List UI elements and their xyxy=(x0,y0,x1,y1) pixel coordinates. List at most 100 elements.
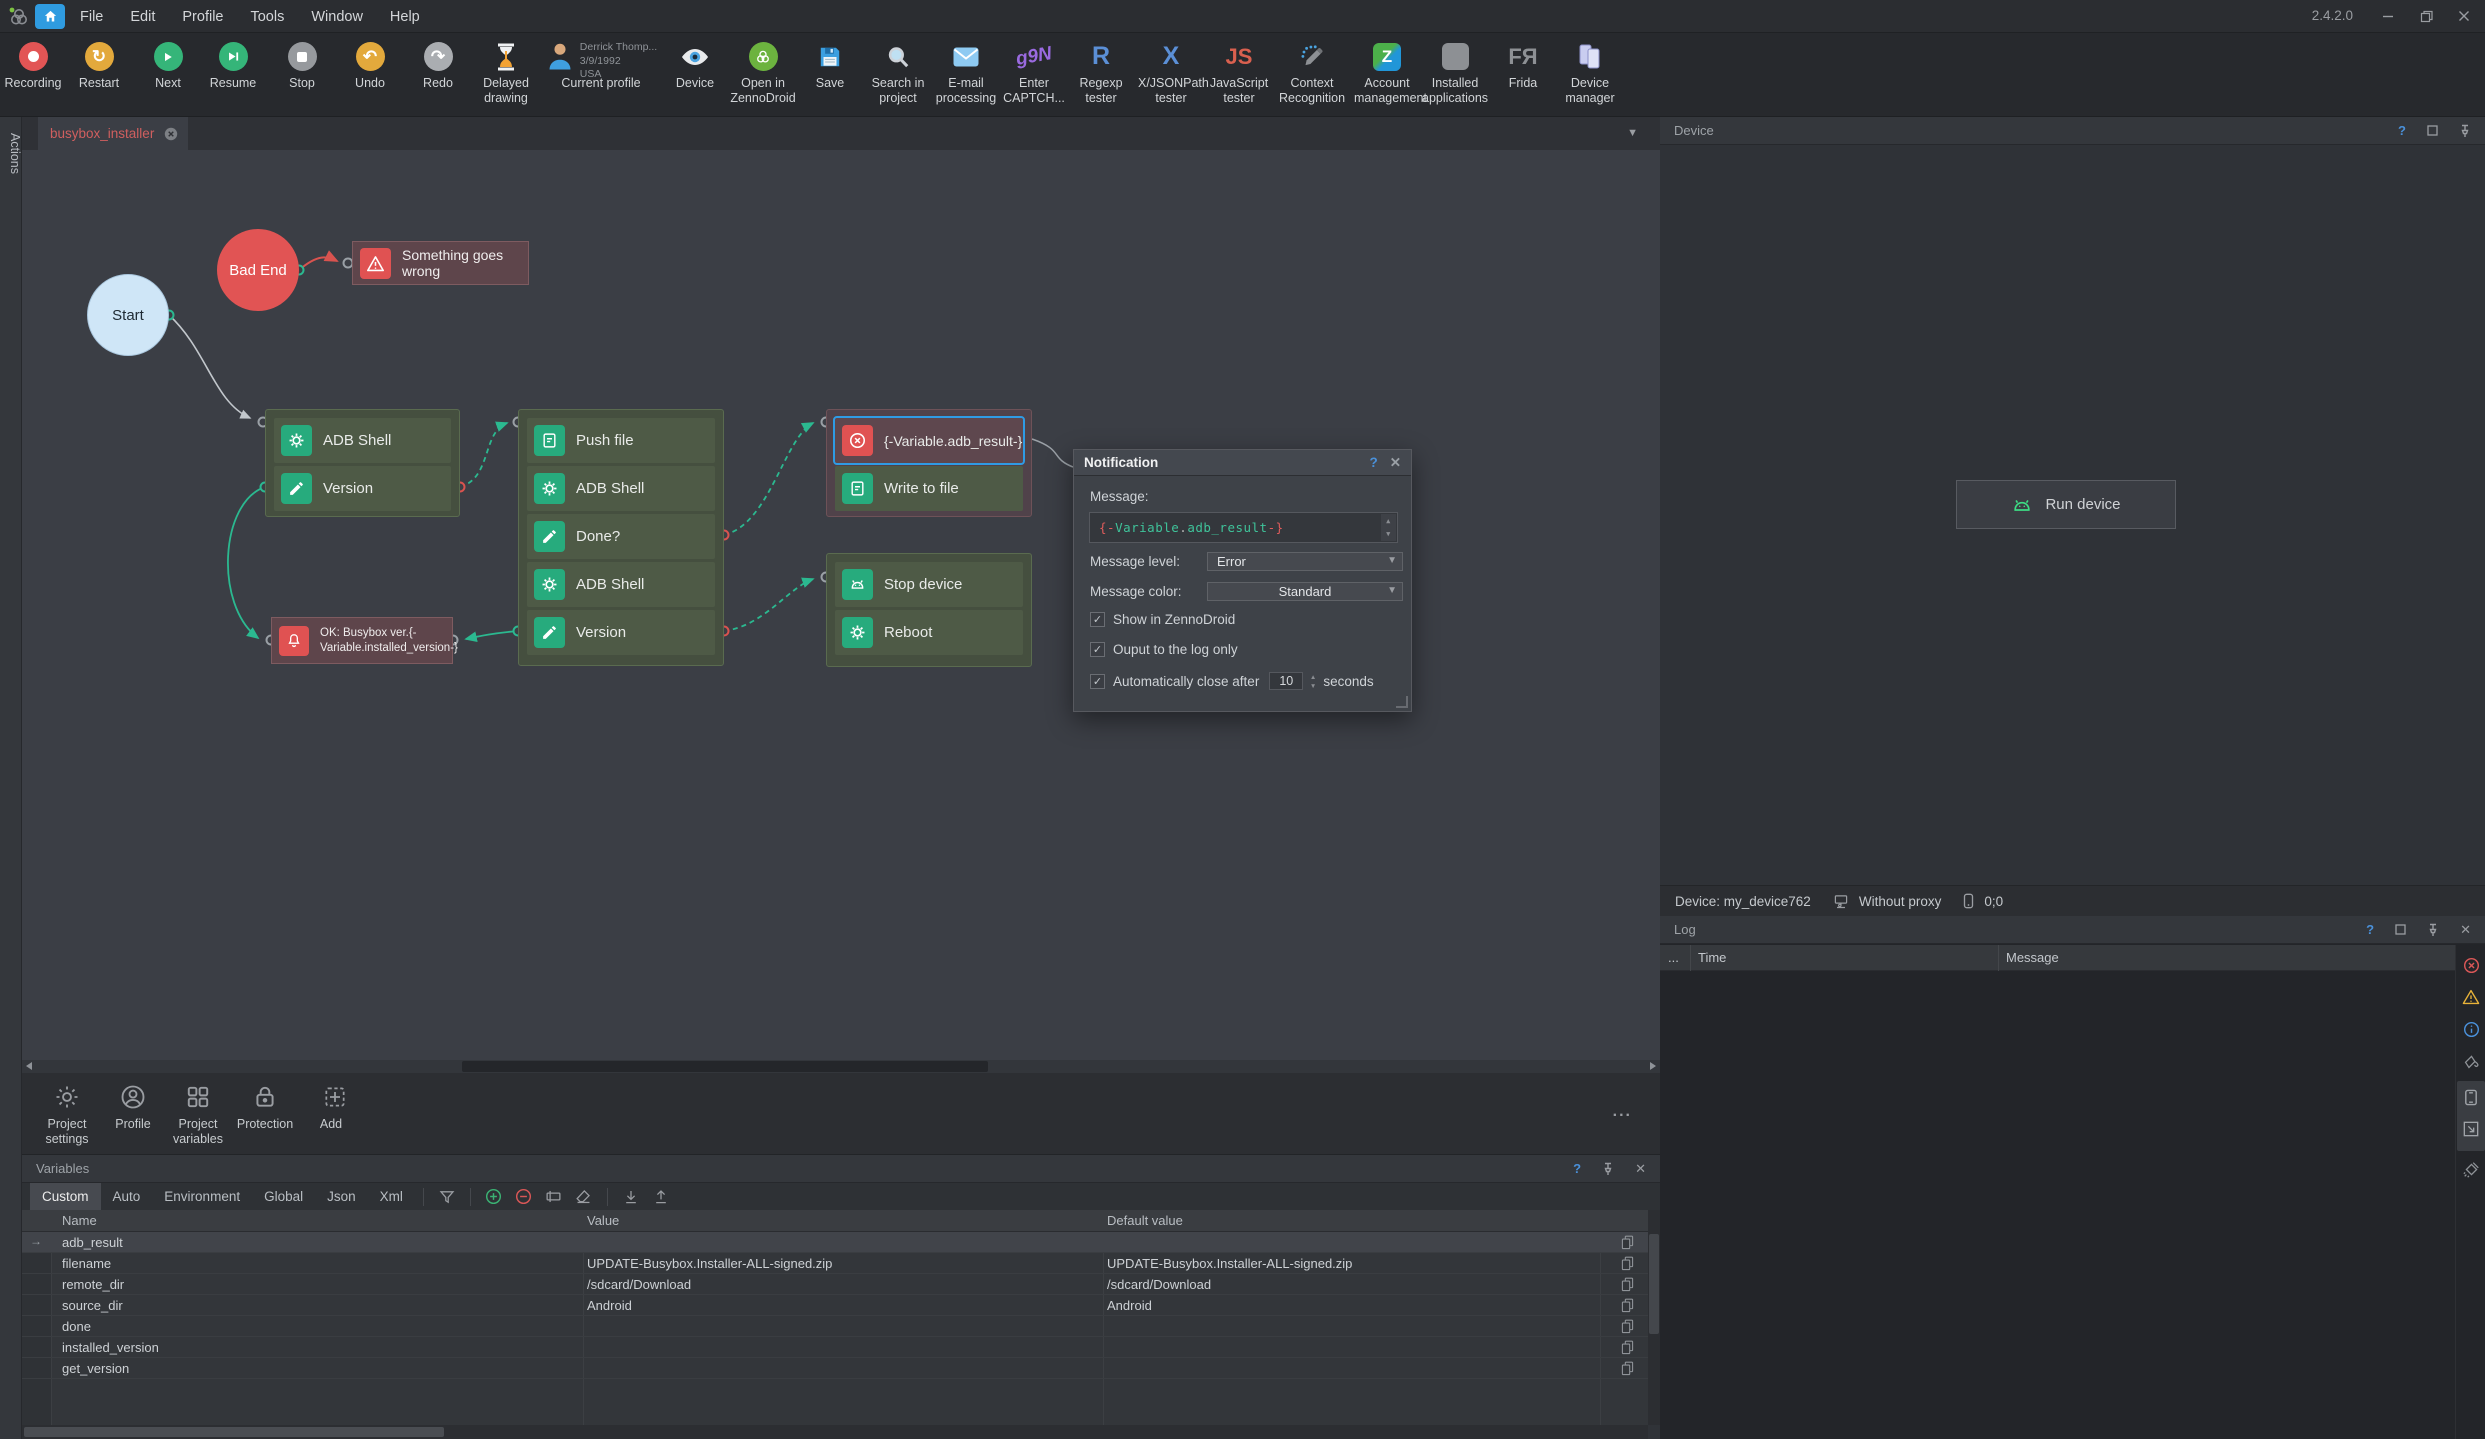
action-version[interactable]: Version xyxy=(274,466,451,511)
info-filter-icon[interactable] xyxy=(2459,1017,2483,1041)
resize-grip[interactable] xyxy=(1396,696,1408,708)
action-push-file[interactable]: Push file xyxy=(527,418,715,463)
maximize-icon[interactable] xyxy=(2395,924,2406,935)
table-row[interactable]: done xyxy=(22,1316,1648,1337)
add-variable-icon[interactable] xyxy=(479,1186,509,1208)
menu-help[interactable]: Help xyxy=(390,9,420,25)
toolbar-account-management[interactable]: Z Account management xyxy=(1354,40,1420,106)
action-adb-shell[interactable]: ADB Shell xyxy=(274,418,451,463)
menu-file[interactable]: File xyxy=(80,9,103,25)
toolbar-context-recognition[interactable]: Context Recognition xyxy=(1279,40,1345,106)
export-icon[interactable] xyxy=(646,1186,676,1208)
import-icon[interactable] xyxy=(616,1186,646,1208)
scrollbar-thumb[interactable] xyxy=(1649,1234,1659,1334)
table-row[interactable]: filename UPDATE-Busybox.Installer-ALL-si… xyxy=(22,1253,1648,1274)
flowchart-canvas[interactable]: Start Bad End Something goes wrong ADB S… xyxy=(22,150,1660,1060)
pin-icon[interactable] xyxy=(2459,124,2471,138)
flow-group-3[interactable]: {-Variable.adb_result-} Write to file xyxy=(826,409,1032,517)
toolbar-undo[interactable]: ↶ Undo xyxy=(337,40,403,91)
scroll-right-arrow[interactable] xyxy=(1650,1062,1656,1070)
copy-icon[interactable] xyxy=(1620,1234,1635,1250)
ok-notification-node[interactable]: OK: Busybox ver.{-Variable.installed_ver… xyxy=(271,617,453,664)
close-button[interactable] xyxy=(2453,6,2475,26)
col-time[interactable]: Time xyxy=(1698,950,1726,965)
help-icon[interactable]: ? xyxy=(1573,1161,1581,1176)
pin-icon[interactable] xyxy=(2427,923,2439,937)
flow-group-2[interactable]: Push file ADB Shell Done? ADB Shell Vers… xyxy=(518,409,724,666)
variables-vertical-scrollbar[interactable] xyxy=(1648,1210,1660,1425)
action-reboot[interactable]: Reboot xyxy=(835,610,1023,655)
flow-group-4[interactable]: Stop device Reboot xyxy=(826,553,1032,667)
error-filter-icon[interactable] xyxy=(2459,953,2483,977)
checkbox-checked[interactable]: ✓ xyxy=(1090,612,1105,627)
toolbar-installed-applications[interactable]: Installed applications xyxy=(1422,40,1488,106)
tab-list-dropdown-icon[interactable]: ▼ xyxy=(1627,127,1638,139)
toolbar-regexp-tester[interactable]: R Regexp tester xyxy=(1068,40,1134,106)
minimize-button[interactable] xyxy=(2377,6,2399,26)
copy-icon[interactable] xyxy=(1620,1276,1635,1292)
toolbar-redo[interactable]: ↷ Redo xyxy=(405,40,471,91)
toolbar-delayed-drawing[interactable]: Delayed drawing xyxy=(473,40,539,106)
bad-end-node[interactable]: Bad End xyxy=(217,229,299,311)
action-done[interactable]: Done? xyxy=(527,514,715,559)
more-button[interactable]: ... xyxy=(1613,1103,1632,1121)
toolbar-open-in-zennodroid[interactable]: Open in ZennoDroid xyxy=(730,40,796,106)
message-scroll-spinner[interactable]: ▲▼ xyxy=(1381,514,1396,541)
warning-filter-icon[interactable] xyxy=(2459,985,2483,1009)
toolbar-xjsonpath-tester[interactable]: X X/JSONPath tester xyxy=(1138,40,1204,106)
profile-button[interactable]: Profile xyxy=(101,1081,165,1132)
action-write-to-file[interactable]: Write to file xyxy=(835,466,1023,511)
help-icon[interactable]: ? xyxy=(2398,123,2406,138)
restore-button[interactable] xyxy=(2415,6,2437,26)
col-default-value[interactable]: Default value xyxy=(1107,1213,1183,1228)
rename-icon[interactable] xyxy=(539,1186,569,1208)
protection-button[interactable]: Protection xyxy=(233,1081,297,1132)
copy-icon[interactable] xyxy=(1620,1318,1635,1334)
device-log-icon[interactable] xyxy=(2459,1085,2483,1109)
checkbox-checked[interactable]: ✓ xyxy=(1090,642,1105,657)
tab-custom[interactable]: Custom xyxy=(30,1183,101,1210)
filter-icon[interactable] xyxy=(432,1186,462,1208)
toolbar-current-profile[interactable]: Derrick Thomp... 3/9/1992 USA Current pr… xyxy=(538,40,664,91)
toolbar-device[interactable]: Device xyxy=(662,40,728,91)
menu-window[interactable]: Window xyxy=(311,9,363,25)
toolbar-resume[interactable]: Resume xyxy=(200,40,266,91)
dialog-title-bar[interactable]: Notification ? ✕ xyxy=(1074,450,1411,476)
table-row[interactable]: source_dir Android Android xyxy=(22,1295,1648,1316)
copy-icon[interactable] xyxy=(1620,1255,1635,1271)
table-row[interactable]: → adb_result xyxy=(22,1232,1648,1253)
start-node[interactable]: Start xyxy=(87,274,169,356)
close-icon[interactable]: ✕ xyxy=(2460,922,2471,938)
seconds-input[interactable]: 10▲▼ xyxy=(1269,672,1303,690)
tab-json[interactable]: Json xyxy=(315,1183,368,1210)
scroll-left-arrow[interactable] xyxy=(26,1062,32,1070)
checkbox-checked[interactable]: ✓ xyxy=(1090,674,1105,689)
toolbar-search-in-project[interactable]: Search in project xyxy=(865,40,931,106)
action-adb-shell[interactable]: ADB Shell xyxy=(527,466,715,511)
eraser-icon[interactable] xyxy=(569,1186,599,1208)
message-input[interactable]: {-Variable.adb_result-} ▲▼ xyxy=(1089,512,1398,543)
help-icon[interactable]: ? xyxy=(1369,455,1377,470)
actions-dock-tab[interactable]: Actions xyxy=(0,125,22,182)
add-button[interactable]: Add xyxy=(299,1081,363,1132)
toolbar-next[interactable]: Next xyxy=(135,40,201,91)
project-variables-button[interactable]: Project variables xyxy=(166,1081,230,1147)
tab-close-icon[interactable] xyxy=(164,127,178,141)
pin-icon[interactable] xyxy=(1602,1162,1614,1176)
copy-icon[interactable] xyxy=(1620,1360,1635,1376)
tab-environment[interactable]: Environment xyxy=(152,1183,252,1210)
tab-global[interactable]: Global xyxy=(252,1183,315,1210)
table-row[interactable]: get_version xyxy=(22,1358,1648,1379)
action-adb-shell[interactable]: ADB Shell xyxy=(527,562,715,607)
run-device-button[interactable]: Run device xyxy=(1956,480,2176,529)
expand-icon[interactable] xyxy=(2459,1117,2483,1141)
toolbar-stop[interactable]: Stop xyxy=(269,40,335,91)
home-button[interactable] xyxy=(35,4,65,29)
copy-icon[interactable] xyxy=(1620,1339,1635,1355)
canvas-horizontal-scrollbar[interactable] xyxy=(22,1060,1660,1073)
message-color-dropdown[interactable]: Standard▼ xyxy=(1207,582,1403,601)
menu-profile[interactable]: Profile xyxy=(182,9,223,25)
scrollbar-thumb[interactable] xyxy=(462,1061,988,1072)
col-value[interactable]: Value xyxy=(587,1213,619,1228)
maximize-icon[interactable] xyxy=(2427,125,2438,136)
